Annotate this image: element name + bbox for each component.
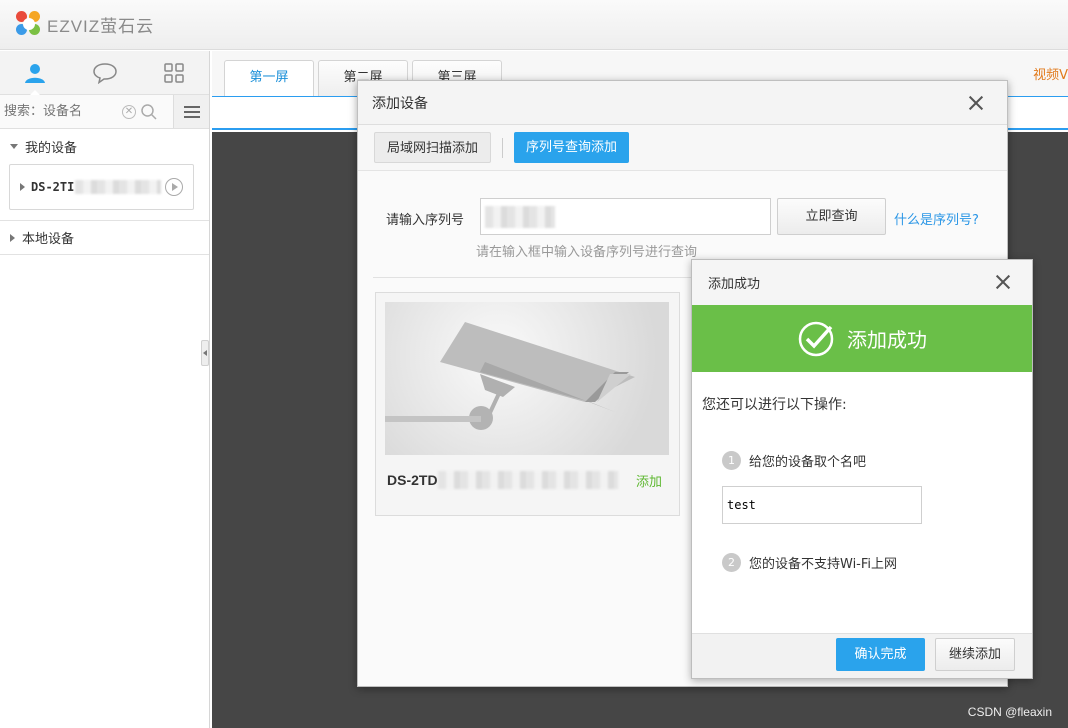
clear-icon[interactable]: ✕	[122, 104, 136, 119]
what-is-serial-link[interactable]: 什么是序列号?	[894, 209, 979, 228]
device-list-item[interactable]: DS-2TI	[9, 164, 194, 210]
add-mode-row: 局域网扫描添加 序列号查询添加	[358, 125, 1007, 171]
search-input[interactable]	[4, 98, 162, 125]
query-button[interactable]: 立即查询	[777, 198, 886, 235]
serial-query-button[interactable]: 序列号查询添加	[514, 132, 630, 163]
device-model-prefix: DS-2TD	[387, 472, 438, 488]
video-link[interactable]: 视频V	[1033, 64, 1068, 83]
tab-devices[interactable]	[0, 51, 70, 95]
success-title: 添加成功	[708, 277, 761, 292]
device-model: DS-2TD	[387, 471, 618, 489]
success-footer: 确认完成 继续添加	[692, 633, 1032, 678]
redacted-serial	[485, 205, 555, 228]
user-icon	[24, 63, 45, 83]
dialog-header: 添加设备	[358, 81, 1007, 125]
group-my-devices[interactable]: 我的设备	[0, 131, 209, 161]
dialog-title: 添加设备	[372, 95, 428, 112]
tab-layout[interactable]	[139, 51, 209, 94]
sidebar-collapse-handle[interactable]	[201, 340, 209, 366]
redacted-serial	[437, 471, 618, 489]
success-banner: 添加成功	[692, 305, 1032, 372]
success-header: 添加成功	[692, 260, 1032, 305]
device-result-card: DS-2TD 添加	[375, 292, 680, 516]
menu-button[interactable]	[173, 95, 209, 128]
step-text: 您的设备不支持Wi-Fi上网	[749, 557, 898, 572]
close-icon[interactable]	[967, 94, 985, 112]
expand-icon	[10, 233, 15, 242]
group-local-devices[interactable]: 本地设备	[0, 221, 209, 255]
tab-screen-1[interactable]: 第一屏	[224, 60, 314, 98]
step-number: 1	[722, 451, 741, 470]
expand-icon	[10, 143, 18, 149]
brand-name: EZVIZ萤石云	[47, 16, 155, 36]
expand-icon	[20, 183, 25, 191]
search-bar: ✕	[0, 95, 209, 129]
redacted-serial	[75, 180, 162, 194]
confirm-button[interactable]: 确认完成	[836, 638, 925, 671]
camera-icon	[385, 322, 635, 430]
ezviz-logo: EZVIZ萤石云	[16, 11, 154, 37]
lan-scan-button[interactable]: 局域网扫描添加	[374, 132, 492, 163]
close-icon[interactable]	[994, 273, 1012, 291]
continue-add-button[interactable]: 继续添加	[935, 638, 1015, 671]
group-label: 本地设备	[22, 232, 75, 247]
group-label: 我的设备	[25, 140, 78, 156]
step-number: 2	[722, 553, 741, 572]
add-success-dialog: 添加成功 添加成功 您还可以进行以下操作: 1 给您的设备取个名吧 2 您的设备…	[691, 259, 1033, 679]
sidebar: ✕ 我的设备 DS-2TI 本地设备	[0, 51, 210, 728]
camera-image	[385, 302, 669, 455]
menu-icon	[183, 105, 200, 118]
divider	[502, 137, 504, 158]
step-wifi: 2 您的设备不支持Wi-Fi上网	[722, 553, 897, 572]
chat-icon	[92, 62, 117, 84]
sidebar-tabs	[0, 51, 209, 95]
add-device-link[interactable]: 添加	[636, 471, 662, 490]
ezviz-logo-icon	[16, 11, 42, 37]
tab-messages[interactable]	[70, 51, 140, 94]
search-icon[interactable]	[140, 103, 158, 121]
watermark: CSDN @fleaxin	[967, 705, 1052, 719]
play-icon[interactable]	[165, 178, 183, 196]
check-icon	[798, 321, 834, 356]
grid-icon	[164, 62, 184, 83]
step-text: 给您的设备取个名吧	[749, 455, 867, 470]
top-header: EZVIZ萤石云	[0, 0, 1068, 50]
success-banner-text: 添加成功	[847, 328, 927, 352]
step-rename: 1 给您的设备取个名吧	[722, 451, 866, 470]
serial-hint: 请在输入框中输入设备序列号进行查询	[476, 245, 698, 260]
device-name: DS-2TI	[31, 180, 75, 194]
serial-label: 请输入序列号	[386, 213, 465, 228]
next-steps-prompt: 您还可以进行以下操作:	[702, 397, 847, 413]
device-name-input[interactable]	[722, 486, 922, 524]
serial-input[interactable]	[480, 198, 771, 235]
